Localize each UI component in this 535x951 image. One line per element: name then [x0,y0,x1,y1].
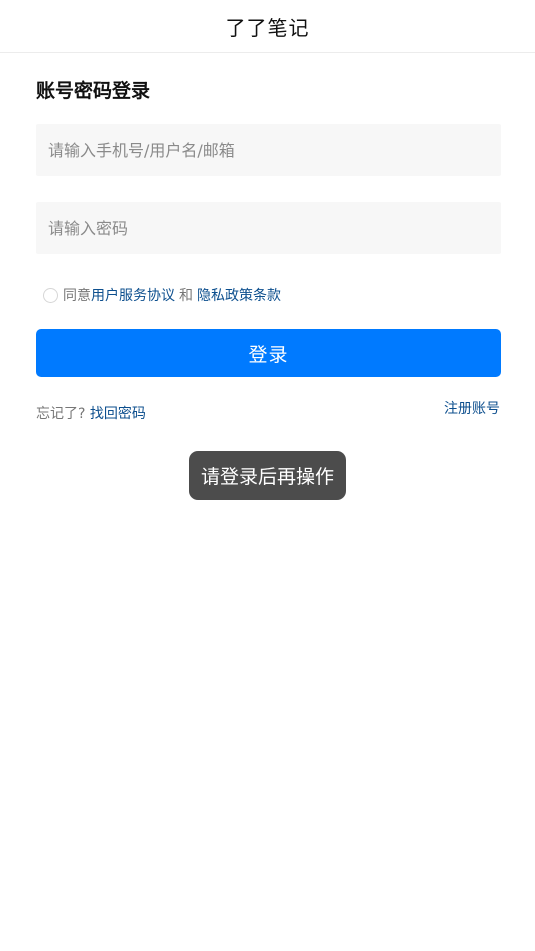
toast-message: 请登录后再操作 [189,451,346,500]
login-button[interactable]: 登录 [36,329,501,377]
login-section-title: 账号密码登录 [36,80,151,102]
agree-prefix: 同意 [63,288,91,304]
nav-bar: 了了笔记 [0,0,535,53]
register-link[interactable]: 注册账号 [444,398,500,418]
recover-password-link[interactable]: 找回密码 [90,406,146,422]
username-input[interactable] [36,124,501,176]
password-input[interactable] [36,202,501,254]
forgot-row: 忘记了? 找回密码 [36,403,146,423]
forgot-prefix: 忘记了? [36,406,86,422]
agree-radio[interactable] [43,287,58,303]
privacy-link[interactable]: 隐私政策条款 [197,285,281,305]
agreement-row: 同意 用户服务协议 和 隐私政策条款 [43,285,281,305]
and-text: 和 [179,288,193,304]
terms-link[interactable]: 用户服务协议 [91,285,175,305]
page-title: 了了笔记 [225,15,310,40]
